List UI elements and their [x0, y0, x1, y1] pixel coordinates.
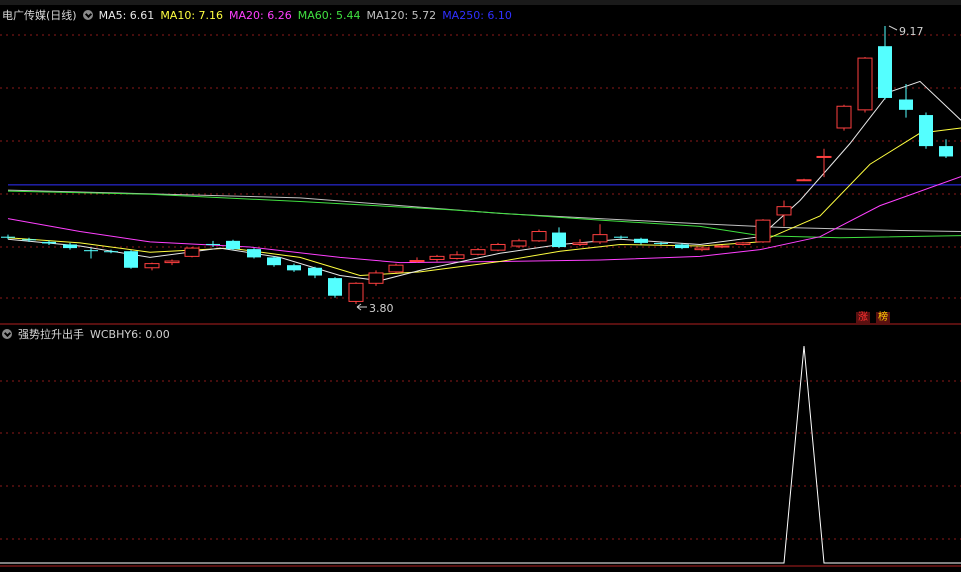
candle-body	[878, 46, 892, 98]
candle-body	[449, 254, 465, 259]
candle-body	[42, 241, 56, 244]
candle-body	[816, 155, 832, 158]
candle-body	[164, 260, 180, 264]
high-pointer-arrow	[888, 25, 898, 31]
candle-body	[429, 255, 445, 260]
kline-chart[interactable]: 9.17 3.80	[0, 0, 961, 572]
candle-body	[490, 243, 506, 251]
ma60-line	[7, 190, 961, 239]
candle-body	[511, 240, 527, 247]
candle-body	[654, 242, 668, 244]
candle-body	[899, 99, 913, 110]
candle-body	[308, 267, 322, 276]
candle-body	[124, 251, 138, 268]
candle-body	[206, 243, 220, 245]
candles	[1, 26, 953, 304]
ma120-line	[7, 189, 961, 233]
candle-body	[409, 260, 425, 263]
low-price-label: 3.80	[369, 302, 394, 315]
settings-circle-icon[interactable]	[2, 329, 12, 339]
candle-body	[531, 231, 547, 242]
indicator-value: WCBHY6: 0.00	[90, 327, 170, 341]
candle-body	[836, 105, 852, 129]
candle-body	[470, 249, 486, 255]
candle-body	[552, 232, 566, 248]
candle-body	[84, 250, 98, 252]
candle-body	[104, 251, 118, 253]
candle-body	[226, 240, 240, 250]
candle-body	[694, 247, 710, 251]
candle-body	[572, 242, 588, 245]
candle-body	[675, 244, 689, 249]
sub-indicator-lines	[0, 345, 961, 564]
candle-body	[348, 282, 364, 302]
high-price-label: 9.17	[899, 25, 924, 38]
candle-body	[939, 146, 953, 157]
candle-body	[63, 244, 77, 249]
candle-body	[755, 219, 771, 243]
limit-up-tag[interactable]: 涨	[856, 312, 870, 324]
candle-body	[247, 249, 261, 258]
candle-body	[267, 257, 281, 266]
candle-body	[388, 264, 404, 273]
candle-body	[368, 272, 384, 284]
candle-body	[634, 238, 648, 243]
candle-body	[144, 263, 160, 269]
ranking-tag[interactable]: 榜	[876, 312, 890, 324]
indicator-title[interactable]: 强势拉升出手	[18, 326, 84, 342]
candle-body	[919, 115, 933, 147]
candle-body	[592, 234, 608, 243]
candle-body	[614, 236, 628, 238]
candle-body	[735, 242, 751, 245]
candle-body	[287, 265, 301, 271]
candle-body	[328, 278, 342, 296]
candle-body	[796, 179, 812, 182]
sub-legend: 强势拉升出手 WCBHY6: 0.00	[2, 327, 170, 341]
candle-body	[184, 247, 200, 257]
low-pointer-arrow	[356, 303, 367, 311]
candle-body	[857, 57, 873, 111]
stock-tags: 涨 榜	[856, 312, 890, 324]
candle-body	[714, 245, 730, 248]
candle-body	[22, 239, 36, 241]
wcbhy6-line	[0, 345, 961, 564]
candle-body	[1, 236, 15, 238]
candle-body	[776, 206, 792, 216]
